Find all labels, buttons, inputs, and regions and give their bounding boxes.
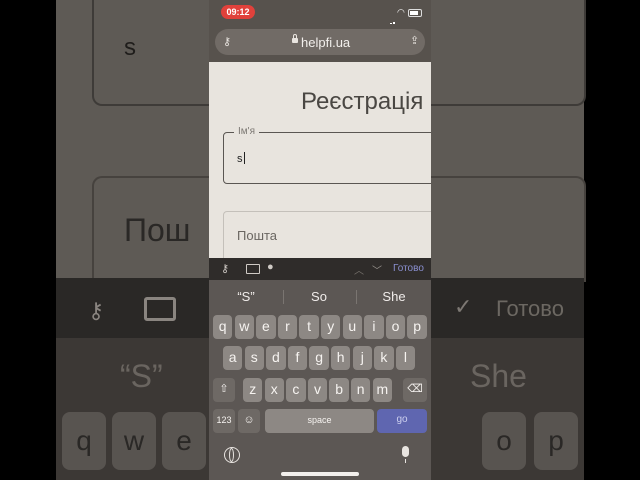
shift-key[interactable]: ⇧ xyxy=(213,378,235,402)
background-done-label: Готово xyxy=(496,296,564,321)
password-key-icon[interactable]: ⚷ xyxy=(223,35,231,48)
page-title: Реєстрація xyxy=(301,88,424,115)
go-key[interactable]: go xyxy=(377,409,427,433)
suggestion-2[interactable]: So xyxy=(284,289,354,304)
key-b[interactable]: b xyxy=(329,378,349,402)
key-a[interactable]: a xyxy=(223,346,243,370)
microphone-icon[interactable] xyxy=(402,446,409,463)
background-suggestion-1: “S” xyxy=(120,358,163,394)
key-i[interactable]: i xyxy=(364,315,384,339)
key-d[interactable]: d xyxy=(266,346,286,370)
name-field-label: Ім'я xyxy=(234,126,259,137)
background-check-icon: ✓ xyxy=(454,294,473,319)
emoji-key[interactable]: ☺ xyxy=(238,409,260,433)
share-icon[interactable]: ⇪ xyxy=(410,34,419,47)
background-key-p: p xyxy=(534,412,578,470)
key-q[interactable]: q xyxy=(213,315,233,339)
keyboard-accessory-bar: ⚷ ● ︿ ﹀ Готово xyxy=(209,258,431,280)
name-field-value[interactable]: s xyxy=(237,152,245,165)
chevron-down-icon[interactable]: ﹀ xyxy=(372,262,382,277)
key-h[interactable]: h xyxy=(331,346,351,370)
key-u[interactable]: u xyxy=(342,315,362,339)
key-s[interactable]: s xyxy=(244,346,264,370)
key-n[interactable]: n xyxy=(351,378,371,402)
browser-toolbar: ⚷ helpfi.ua ⇪ xyxy=(209,24,431,62)
key-t[interactable]: t xyxy=(299,315,319,339)
background-suggestion-2: She xyxy=(470,358,527,394)
address-bar[interactable]: ⚷ helpfi.ua ⇪ xyxy=(215,29,425,55)
globe-icon[interactable] xyxy=(224,447,240,463)
key-x[interactable]: x xyxy=(264,378,284,402)
numbers-key[interactable]: 123 xyxy=(213,409,235,433)
space-key[interactable]: space xyxy=(265,409,374,433)
name-field[interactable] xyxy=(223,132,431,184)
key-r[interactable]: r xyxy=(277,315,298,339)
suggestion-3[interactable]: She xyxy=(359,289,429,304)
key-v[interactable]: v xyxy=(307,378,328,402)
key-f[interactable]: f xyxy=(287,346,308,370)
key-w[interactable]: w xyxy=(234,315,254,339)
status-time: 09:12 xyxy=(221,5,255,19)
key-m[interactable]: m xyxy=(372,378,392,402)
background-key-q: q xyxy=(62,412,106,470)
background-key-o: o xyxy=(482,412,526,470)
chevron-up-icon[interactable]: ︿ xyxy=(354,262,364,277)
key-l[interactable]: l xyxy=(395,346,416,370)
key-c[interactable]: c xyxy=(286,378,306,402)
delete-key[interactable]: ⌫ xyxy=(403,378,427,402)
background-key-w: w xyxy=(112,412,156,470)
background-card-icon xyxy=(144,297,176,321)
key-p[interactable]: p xyxy=(407,315,427,339)
lock-icon xyxy=(292,34,298,43)
key-g[interactable]: g xyxy=(309,346,329,370)
background-key-e: e xyxy=(162,412,206,470)
battery-icon xyxy=(408,9,422,17)
keyboard: “S” So She ⇧ ⌫ 123 ☺ space go qwertyuiop… xyxy=(209,280,431,480)
passwords-key-icon[interactable]: ⚷ xyxy=(221,262,229,275)
credit-card-icon[interactable] xyxy=(246,264,260,274)
wifi-icon: ◠ xyxy=(397,7,405,17)
key-e[interactable]: e xyxy=(256,315,276,339)
background-key-icon: ⚷ xyxy=(88,298,105,323)
key-k[interactable]: k xyxy=(374,346,394,370)
suggestion-divider xyxy=(356,290,357,304)
background-email-label: Пош xyxy=(124,212,191,248)
key-y[interactable]: y xyxy=(321,315,341,339)
location-pin-icon[interactable]: ● xyxy=(267,261,274,273)
email-field-placeholder[interactable]: Пошта xyxy=(237,228,277,243)
status-bar: 09:12 ◠ xyxy=(209,0,431,28)
phone-screen: 09:12 ◠ ⚷ helpfi.ua ⇪ Реєстрація Ім'я s … xyxy=(209,0,431,480)
key-j[interactable]: j xyxy=(352,346,372,370)
suggestion-1[interactable]: “S” xyxy=(211,289,281,304)
web-page: Реєстрація Ім'я s Пошта xyxy=(209,62,431,262)
url-text[interactable]: helpfi.ua xyxy=(301,35,350,50)
home-indicator xyxy=(281,472,359,476)
background-name-value: s xyxy=(124,34,136,61)
key-z[interactable]: z xyxy=(243,378,263,402)
key-o[interactable]: o xyxy=(385,315,406,339)
done-button[interactable]: Готово xyxy=(393,263,424,274)
